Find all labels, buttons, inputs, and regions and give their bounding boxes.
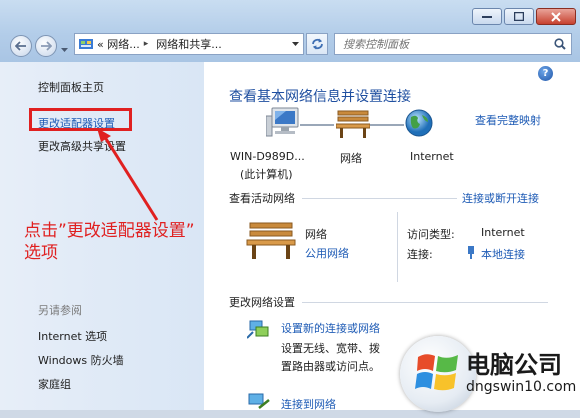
setup-new-connection-desc-1: 设置无线、宽带、拨 (281, 342, 380, 355)
annotation-text: 点击”更改适配器设置” 选项 (24, 220, 195, 264)
setup-new-connection-link[interactable]: 设置新的连接或网络 (281, 320, 380, 336)
setup-new-connection-desc-2: 置路由器或访问点。 (281, 360, 380, 373)
refresh-icon (311, 38, 323, 50)
local-connection-link[interactable]: 本地连接 (481, 246, 525, 262)
view-full-map-link[interactable]: 查看完整映射 (475, 112, 541, 128)
active-network-name: 网络 (305, 228, 327, 241)
watermark-title: 电脑公司 (466, 351, 562, 379)
sidebar-item-internet-options[interactable]: Internet 选项 (38, 328, 107, 344)
bottom-strip (0, 410, 580, 418)
window-controls (472, 8, 576, 25)
address-bar[interactable]: « 网络... ▸ 网络和共享... (74, 33, 304, 55)
connect-disconnect-link[interactable]: 连接或断开连接 (462, 190, 539, 206)
forward-arrow-icon (41, 41, 52, 51)
connect-network-icon (248, 393, 270, 409)
globe-icon (405, 109, 433, 137)
computer-name: WIN-D989D... (230, 150, 305, 163)
ethernet-icon (468, 246, 474, 259)
control-panel-icon (79, 39, 93, 49)
network-node-label: 网络 (340, 152, 362, 165)
maximize-button[interactable] (504, 8, 534, 25)
back-button[interactable] (10, 35, 32, 57)
minimize-icon (482, 15, 492, 18)
page-title: 查看基本网络信息并设置连接 (229, 89, 411, 105)
breadcrumb-network[interactable]: « 网络... (97, 36, 140, 52)
recent-pages-dropdown[interactable] (61, 43, 68, 56)
back-arrow-icon (15, 41, 26, 51)
minimize-button[interactable] (472, 8, 502, 25)
connections-label: 连接: (407, 248, 433, 261)
section-divider (302, 302, 548, 303)
computer-icon (266, 107, 299, 137)
search-input[interactable] (341, 36, 545, 52)
access-type-value: Internet (481, 226, 525, 239)
annotation-line-1: 点击”更改适配器设置” (24, 221, 195, 241)
search-icon[interactable] (554, 38, 566, 50)
sidebar-item-homegroup[interactable]: 家庭组 (38, 376, 71, 392)
connector-line (300, 124, 334, 126)
annotation-arrow (97, 128, 159, 221)
computer-subtitle: (此计算机) (240, 168, 293, 181)
network-type-link[interactable]: 公用网络 (305, 245, 349, 261)
active-networks-heading: 查看活动网络 (229, 192, 295, 205)
breadcrumb-sharing-center[interactable]: 网络和共享... (156, 36, 222, 52)
sidebar-item-control-panel-home[interactable]: 控制面板主页 (38, 79, 104, 95)
close-button[interactable] (536, 8, 576, 25)
maximize-icon (514, 12, 524, 21)
connector-line (370, 124, 404, 126)
watermark-url: dngswin10.com (466, 379, 577, 395)
close-icon (551, 11, 561, 22)
refresh-button[interactable] (306, 33, 328, 55)
new-connection-icon (247, 320, 269, 339)
forward-button[interactable] (35, 35, 57, 57)
chevron-down-icon[interactable] (292, 41, 299, 47)
vertical-divider (397, 212, 398, 282)
bench-icon (336, 110, 370, 138)
annotation-line-2: 选项 (24, 243, 58, 263)
internet-node-label: Internet (410, 150, 454, 163)
help-icon[interactable]: ? (538, 66, 553, 81)
windows-logo-icon (415, 354, 458, 391)
network-sharing-center-window: « 网络... ▸ 网络和共享... 控制面板主页 更改适配器设置 更改高级共享… (0, 0, 580, 418)
section-divider (302, 198, 457, 199)
bench-icon (246, 222, 296, 259)
see-also-heading: 另请参阅 (38, 304, 82, 317)
change-settings-heading: 更改网络设置 (229, 296, 295, 309)
breadcrumb-separator-icon[interactable]: ▸ (144, 39, 149, 49)
sidebar-item-windows-firewall[interactable]: Windows 防火墙 (38, 352, 124, 368)
search-box[interactable] (334, 33, 572, 55)
chevron-down-icon (61, 48, 68, 52)
access-type-label: 访问类型: (407, 228, 455, 241)
